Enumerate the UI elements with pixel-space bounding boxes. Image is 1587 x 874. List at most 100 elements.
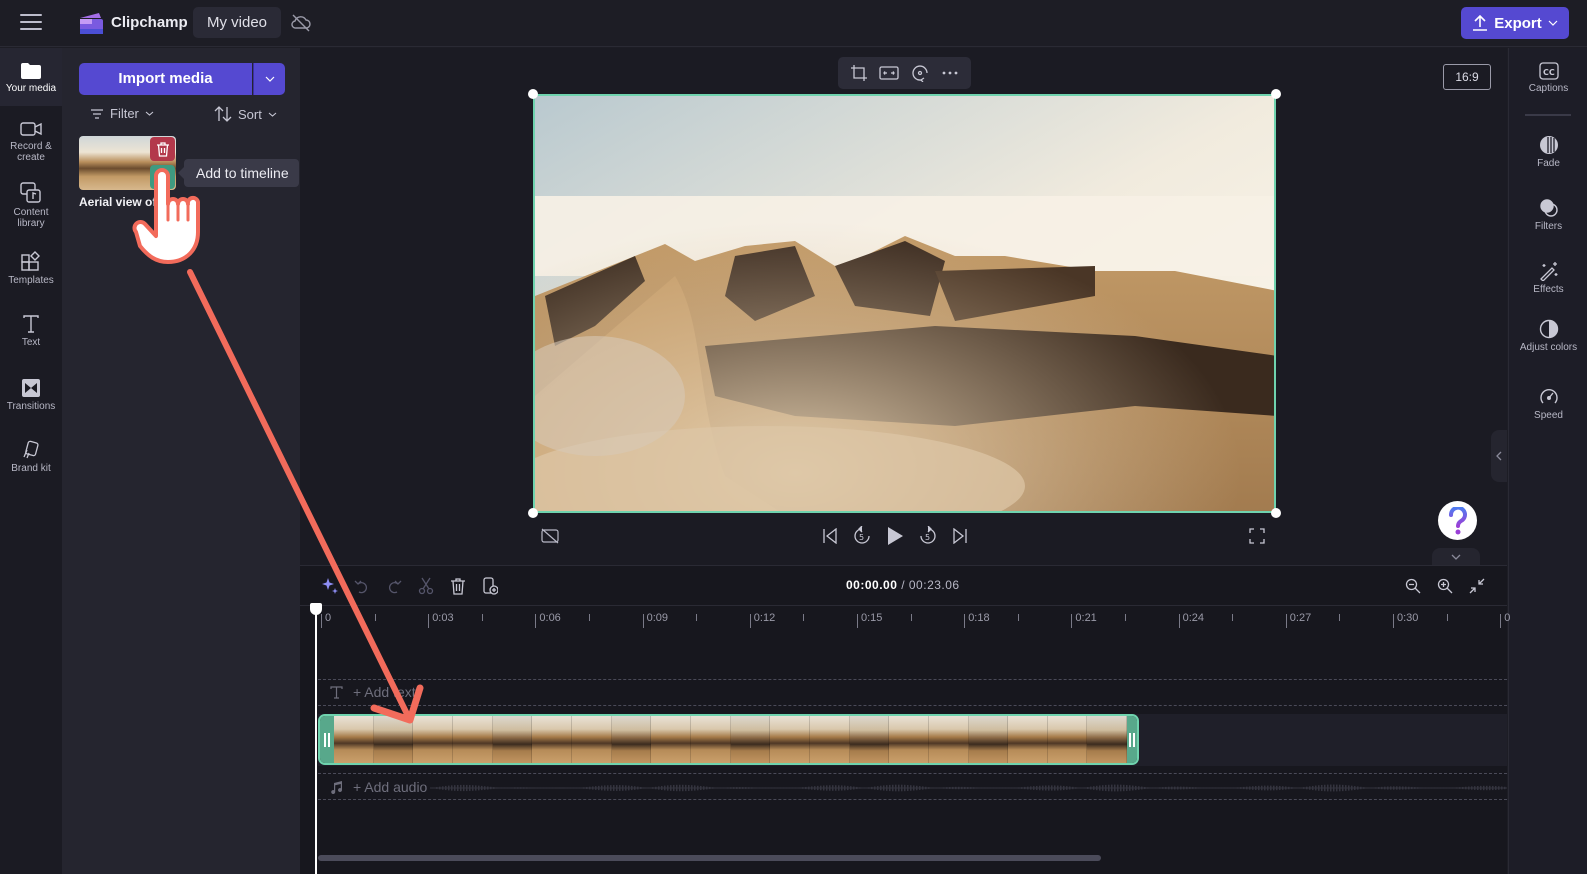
ruler-minor-tick <box>481 614 483 621</box>
playhead-handle[interactable] <box>310 603 322 615</box>
nav-your-media[interactable]: Your media <box>0 48 62 106</box>
audio-waveform-placeholder <box>430 784 1507 792</box>
redo-button[interactable] <box>378 574 410 598</box>
add-text-label: + Add text <box>353 684 416 700</box>
captions-button[interactable]: CC Captions <box>1509 62 1587 94</box>
divider <box>1525 114 1571 116</box>
ruler-tick <box>1393 614 1394 628</box>
speed-icon <box>1539 389 1558 404</box>
delete-button[interactable] <box>442 574 474 598</box>
nav-brand-kit[interactable]: Brand kit <box>0 440 62 474</box>
timeline-scrollbar[interactable] <box>318 855 1101 861</box>
nav-templates[interactable]: Templates <box>0 250 62 286</box>
cloud-offline-icon[interactable] <box>290 13 312 33</box>
nav-record-create[interactable]: Record & create <box>0 120 62 163</box>
undo-button[interactable] <box>346 574 378 598</box>
project-name-field[interactable]: My video <box>193 7 282 38</box>
add-audio-label: + Add audio <box>353 779 428 795</box>
rail-label: Speed <box>1534 410 1563 421</box>
clip-frame <box>690 716 731 763</box>
ruler-tick <box>749 614 751 628</box>
add-media-to-timeline-button[interactable] <box>474 574 506 598</box>
text-icon <box>330 685 343 699</box>
ruler-label: 0 <box>325 612 332 624</box>
rotate-icon <box>912 65 928 82</box>
filter-icon <box>91 108 103 119</box>
playhead[interactable] <box>315 610 317 874</box>
nav-transitions[interactable]: Transitions <box>0 378 62 412</box>
speed-button[interactable]: Speed <box>1509 387 1587 421</box>
split-button[interactable] <box>410 574 442 598</box>
export-button[interactable]: Export <box>1461 7 1569 39</box>
audio-track-border-top <box>318 773 1507 774</box>
video-clip[interactable] <box>318 714 1139 765</box>
rewind-5s-icon: 5 <box>854 526 870 544</box>
ruler-tick <box>1178 614 1180 628</box>
timeline-ruler[interactable]: 0 0:03 0:06 0:09 0:12 0:15 0:18 0:21 0:24 0:27 0:3… <box>300 605 1510 635</box>
upload-icon <box>1473 14 1488 31</box>
skip-forward-button[interactable] <box>952 528 968 544</box>
clip-frame <box>809 716 850 763</box>
collapse-timeline-button[interactable] <box>1432 548 1480 565</box>
aspect-ratio-button[interactable]: 16:9 <box>1443 64 1491 90</box>
ai-magic-button[interactable] <box>314 574 346 598</box>
desert-dunes-image <box>535 96 1274 511</box>
zoom-in-button[interactable] <box>1429 574 1461 598</box>
total-duration: / 00:23.06 <box>901 578 960 592</box>
captions-toggle-button[interactable] <box>541 525 559 547</box>
ruler-minor-tick <box>803 614 805 621</box>
fullscreen-button[interactable] <box>1249 525 1265 547</box>
filters-icon <box>1539 199 1558 217</box>
chevron-left-icon <box>1496 451 1502 461</box>
delete-media-button[interactable] <box>150 137 175 161</box>
ruler-label: 0:12 <box>753 612 776 624</box>
filter-label: Filter <box>110 106 139 121</box>
clip-frame <box>1047 716 1088 763</box>
import-media-button[interactable]: Import media <box>79 63 252 95</box>
resize-handle-bottom-left[interactable] <box>528 508 538 518</box>
forward-5-button[interactable]: 5 <box>918 526 938 546</box>
collapse-properties-panel-button[interactable] <box>1491 430 1507 482</box>
text-track-border-bottom <box>318 705 1507 706</box>
adjust-colors-button[interactable]: Adjust colors <box>1509 319 1587 353</box>
sort-button[interactable]: Sort <box>214 106 277 122</box>
clip-trim-handle-left[interactable] <box>320 716 334 763</box>
resize-handle-top-left[interactable] <box>528 89 538 99</box>
import-options-button[interactable] <box>253 63 285 95</box>
play-button[interactable] <box>886 526 904 546</box>
nav-content-library[interactable]: Content library <box>0 182 62 229</box>
transitions-icon <box>22 379 40 397</box>
filters-button[interactable]: Filters <box>1509 198 1587 232</box>
add-audio-track[interactable]: + Add audio <box>330 779 427 795</box>
menu-button[interactable] <box>20 14 42 32</box>
help-button[interactable] <box>1438 501 1477 540</box>
video-preview[interactable] <box>533 94 1276 513</box>
rewind-5-button[interactable]: 5 <box>852 526 872 546</box>
rail-label: Adjust colors <box>1519 342 1578 353</box>
fade-button[interactable]: Fade <box>1509 135 1587 169</box>
playback-controls: 5 5 <box>822 525 968 547</box>
templates-icon <box>21 251 40 271</box>
fade-icon <box>1539 136 1558 154</box>
resize-handle-top-right[interactable] <box>1271 89 1281 99</box>
sort-label: Sort <box>238 106 262 122</box>
add-text-track[interactable]: + Add text <box>330 684 416 700</box>
effects-button[interactable]: Effects <box>1509 261 1587 295</box>
trash-icon <box>451 577 465 595</box>
add-to-timeline-button[interactable] <box>150 165 175 189</box>
filter-button[interactable]: Filter <box>90 106 154 121</box>
clip-frame <box>611 716 652 763</box>
crop-button[interactable] <box>849 63 869 83</box>
ruler-minor-tick <box>374 614 376 621</box>
more-options-button[interactable] <box>940 63 960 83</box>
zoom-out-icon <box>1405 578 1421 594</box>
nav-text[interactable]: Text <box>0 314 62 348</box>
skip-back-button[interactable] <box>822 528 838 544</box>
clip-trim-handle-right[interactable] <box>1127 716 1137 763</box>
skip-to-end-icon <box>953 528 967 544</box>
zoom-out-button[interactable] <box>1397 574 1429 598</box>
resize-handle-bottom-right[interactable] <box>1271 508 1281 518</box>
fit-button[interactable] <box>879 63 900 83</box>
rotate-button[interactable] <box>910 63 930 83</box>
fit-timeline-button[interactable] <box>1461 574 1493 598</box>
